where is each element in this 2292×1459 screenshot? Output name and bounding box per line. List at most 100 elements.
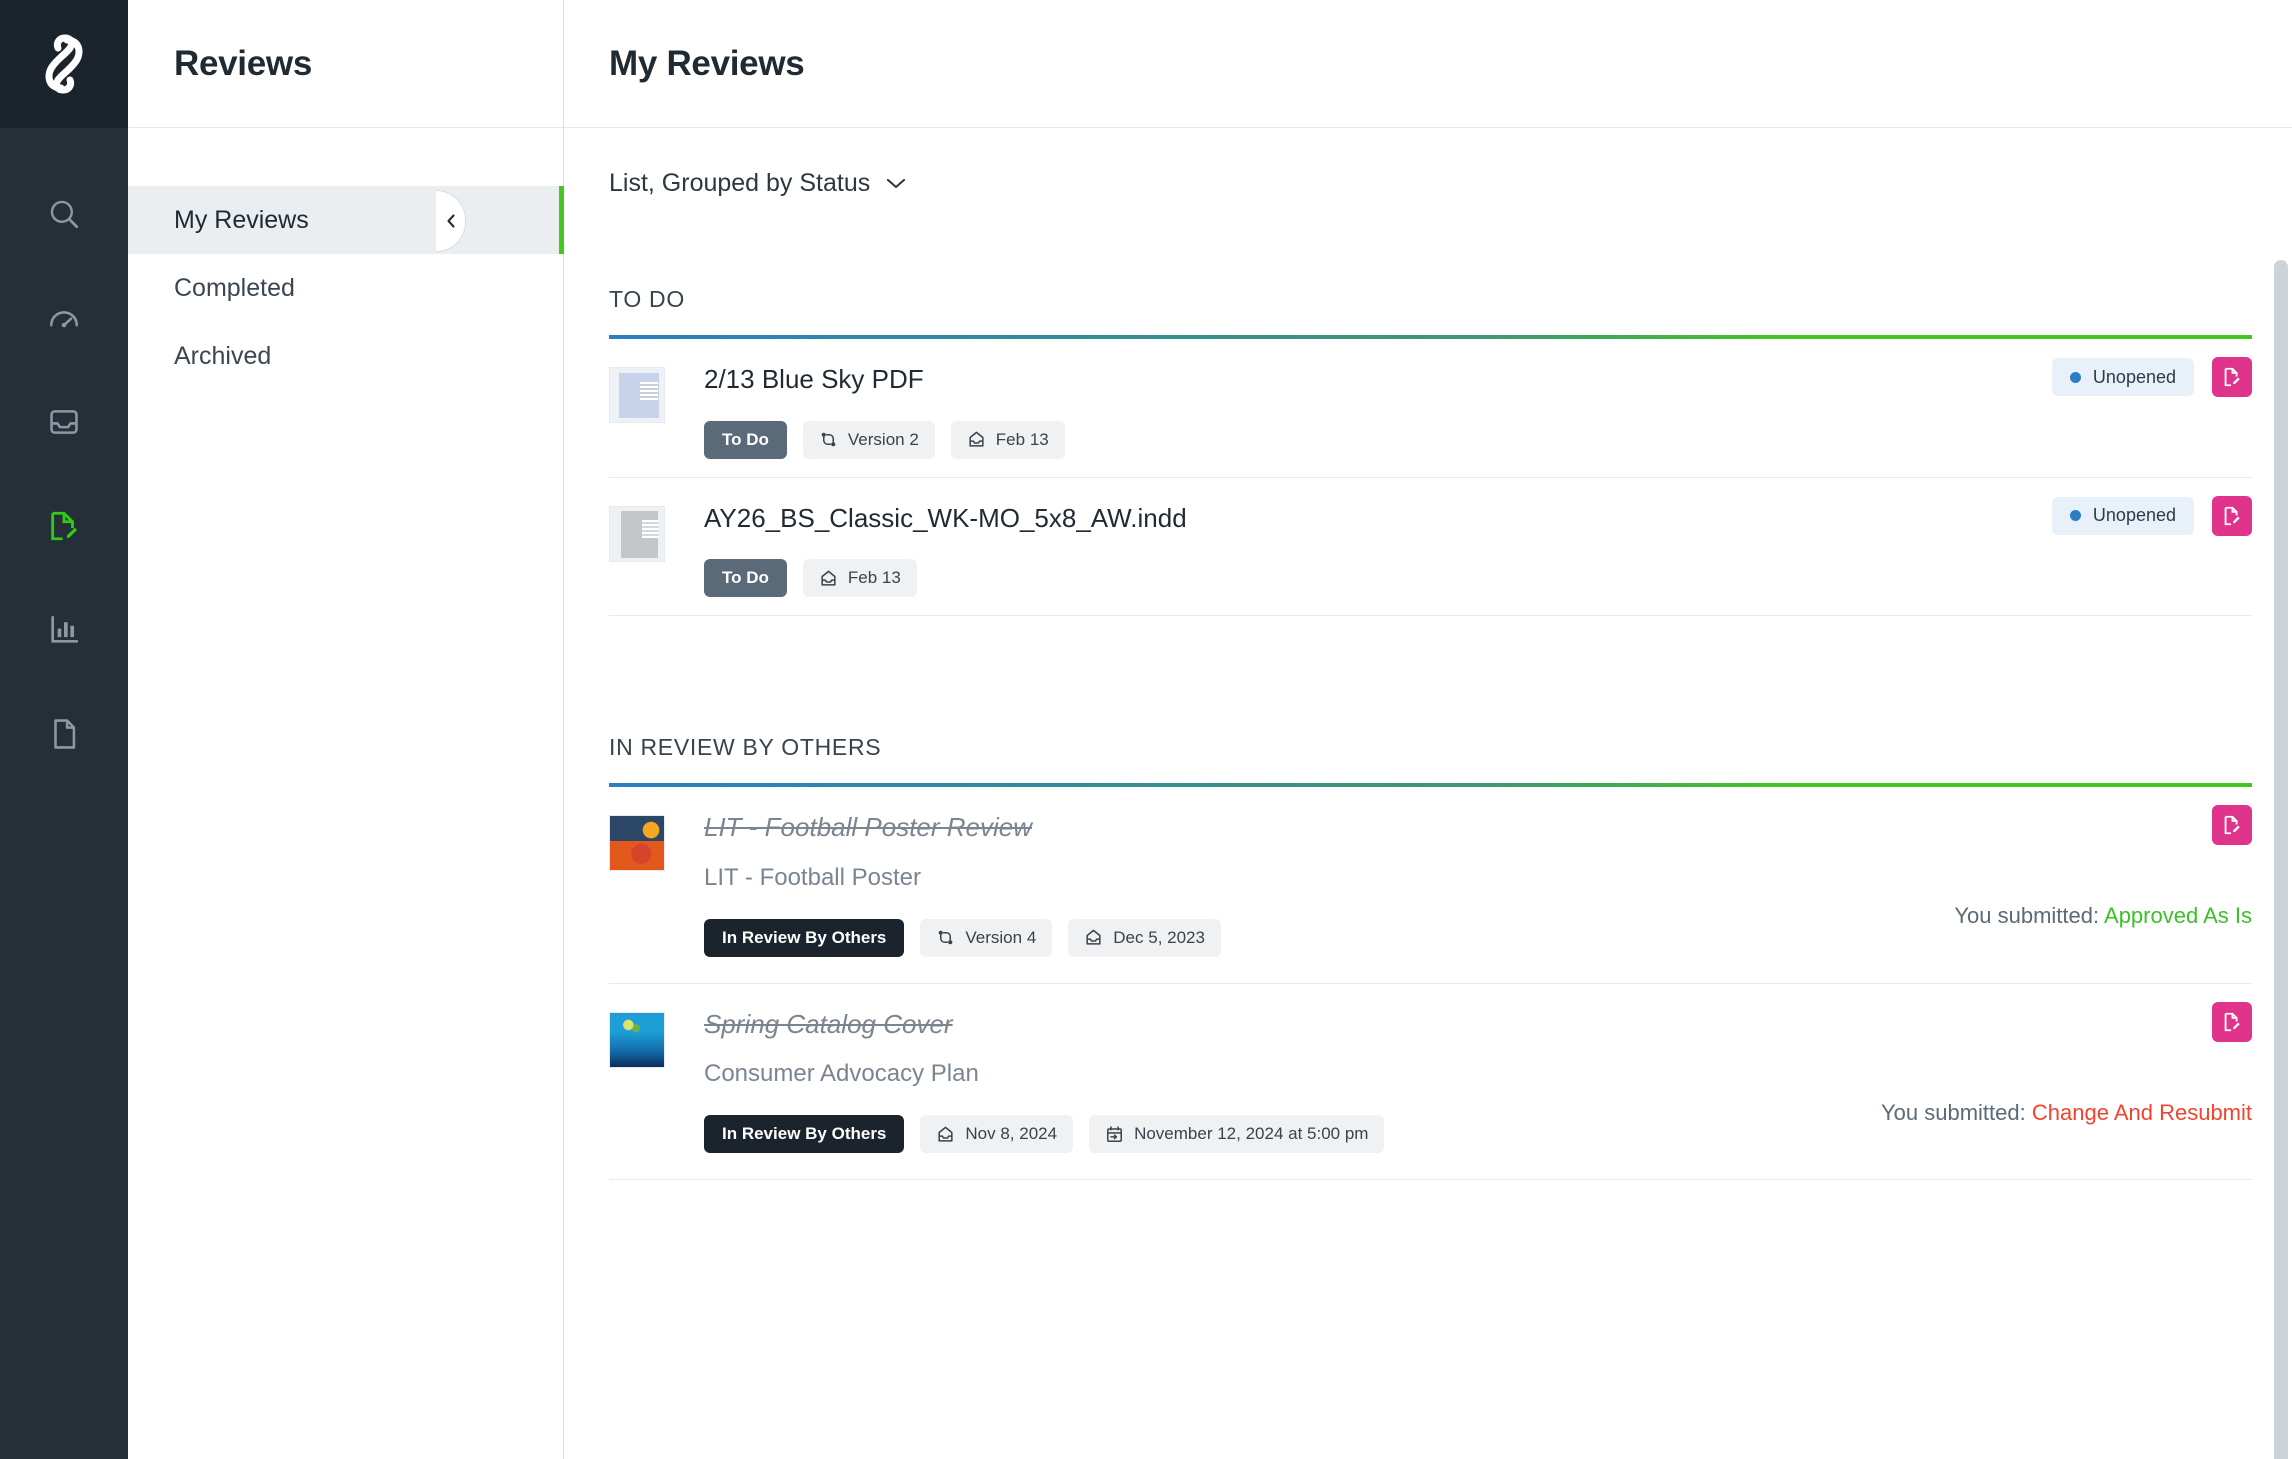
unopened-badge: Unopened [2051,496,2194,535]
section-in-review-by-others: IN REVIEW BY OTHERS LIT - Football Poste… [609,734,2252,1181]
reviews-icon [51,511,78,541]
sidebar-item-inbox[interactable] [32,394,96,450]
document-thumbnail [609,367,665,423]
date-label: Feb 13 [847,568,901,588]
thumbnail-wrapper [609,500,704,598]
open-review-button[interactable] [2212,1001,2252,1042]
unopened-badge: Unopened [2051,358,2194,396]
thumbnail-wrapper [609,809,704,957]
submitted-decision: You submitted: Approved As Is [1954,903,2252,929]
row-action-top: Unopened [2051,357,2252,397]
open-review-icon [2224,816,2240,835]
reports-bar-chart-icon [51,615,79,643]
status-badge: To Do [704,420,787,459]
review-title[interactable]: 2/13 Blue Sky PDF [704,361,2252,394]
open-review-button[interactable] [2212,805,2252,846]
page-header: My Reviews [564,0,2292,128]
document-thumbnail [609,1011,665,1068]
sidebar-item-reviews[interactable] [32,498,96,554]
deadline-pill: November 12, 2024 at 5:00 pm [1089,1115,1385,1154]
document-thumbnail [609,815,665,872]
open-review-icon [2224,367,2240,387]
main-scrollbar[interactable] [2274,260,2288,1459]
row-pill-group: To Do Version 2 Feb 13 [704,420,2252,459]
date-pill: Nov 8, 2024 [920,1115,1074,1154]
deadline-label: November 12, 2024 at 5:00 pm [1134,1124,1369,1144]
rail-icon-list [0,128,128,762]
status-badge: In Review By Others [704,918,905,957]
submitted-label: You submitted: [1881,1099,2026,1125]
sidebar-item-reports[interactable] [32,602,96,658]
sidebar-item-completed[interactable]: Completed [128,254,563,322]
status-dot-icon [2069,510,2081,522]
submitted-label: You submitted: [1954,903,2100,929]
sidebar-header: Reviews [128,0,563,128]
open-review-button[interactable] [2212,357,2252,397]
reviews-list-body: List, Grouped by Status TO DO 2/13 Blue [564,128,2292,1459]
unopened-label: Unopened [2092,505,2176,526]
row-actions: Unopened [2051,495,2252,536]
submitted-value: Change And Resubmit [2031,1099,2252,1125]
document-thumbnail [609,505,665,562]
date-pill: Dec 5, 2023 [1068,918,1221,957]
search-icon [50,200,79,229]
row-actions: You submitted: Approved As Is [1954,805,2252,929]
version-label: Version 2 [847,429,919,449]
submitted-decision: You submitted: Change And Resubmit [1881,1100,2252,1126]
sidebar-item-my-reviews[interactable]: My Reviews [128,186,564,254]
sidebar-item-dashboard[interactable] [32,290,96,346]
sidebar-item-search[interactable] [32,186,96,242]
thumbnail-wrapper [609,361,704,459]
reviews-sidebar: Reviews My Reviews Completed Archived [128,0,564,1459]
table-row[interactable]: Spring Catalog Cover Consumer Advocacy P… [609,984,2252,1181]
app-root: Reviews My Reviews Completed Archived My… [0,0,2292,1459]
dashboard-gauge-icon [49,311,79,328]
open-review-button[interactable] [2212,495,2252,536]
status-dot-icon [2069,371,2081,383]
thumbnail-wrapper [609,1006,704,1154]
scrollbar-thumb[interactable] [2274,260,2288,1459]
view-toolbar: List, Grouped by Status [609,128,2252,238]
infinity-logo-icon [45,34,83,94]
row-action-top [2212,805,2252,846]
version-pill: Version 4 [920,918,1053,957]
status-badge: In Review By Others [704,1115,905,1154]
row-content: 2/13 Blue Sky PDF To Do Version 2 Feb 13 [704,361,2252,459]
sidebar-item-label: Completed [174,273,295,302]
chevron-left-icon [446,214,455,228]
date-label: Feb 13 [995,429,1049,449]
sidebar-item-label: Archived [174,341,272,370]
row-pill-group: To Do Feb 13 [704,559,2252,598]
files-document-icon [54,719,76,749]
main-pane: My Reviews List, Grouped by Status TO DO [564,0,2292,1459]
unopened-label: Unopened [2092,366,2176,387]
row-actions: You submitted: Change And Resubmit [1881,1001,2252,1126]
table-row[interactable]: AY26_BS_Classic_WK-MO_5x8_AW.indd To Do … [609,478,2252,617]
sidebar-item-files[interactable] [32,706,96,762]
inbox-date-icon [969,431,984,447]
date-label: Nov 8, 2024 [965,1124,1058,1144]
inbox-date-icon [938,1126,953,1142]
deadline-calendar-icon [1107,1126,1123,1142]
submitted-value: Approved As Is [2104,903,2252,929]
date-label: Dec 5, 2023 [1113,927,1205,947]
sidebar-item-archived[interactable]: Archived [128,322,563,390]
app-logo[interactable] [0,0,128,128]
open-review-icon [2224,506,2240,525]
chevron-down-icon [887,178,906,189]
view-mode-label: List, Grouped by Status [609,168,871,197]
primary-icon-rail [0,0,128,1459]
table-row[interactable]: LIT - Football Poster Review LIT - Footb… [609,787,2252,984]
open-review-icon [2224,1012,2240,1031]
sidebar-nav: My Reviews Completed Archived [128,128,564,390]
version-pill: Version 2 [802,420,935,459]
table-row[interactable]: 2/13 Blue Sky PDF To Do Version 2 Feb 13… [609,339,2252,478]
view-mode-dropdown[interactable]: List, Grouped by Status [609,169,907,198]
inbox-icon [50,410,78,434]
status-badge: To Do [704,559,787,598]
sidebar-title: Reviews [174,43,312,83]
review-title[interactable]: AY26_BS_Classic_WK-MO_5x8_AW.indd [704,500,2252,533]
date-pill: Feb 13 [950,420,1065,459]
section-title: IN REVIEW BY OTHERS [609,734,882,761]
section-title: TO DO [609,286,685,312]
